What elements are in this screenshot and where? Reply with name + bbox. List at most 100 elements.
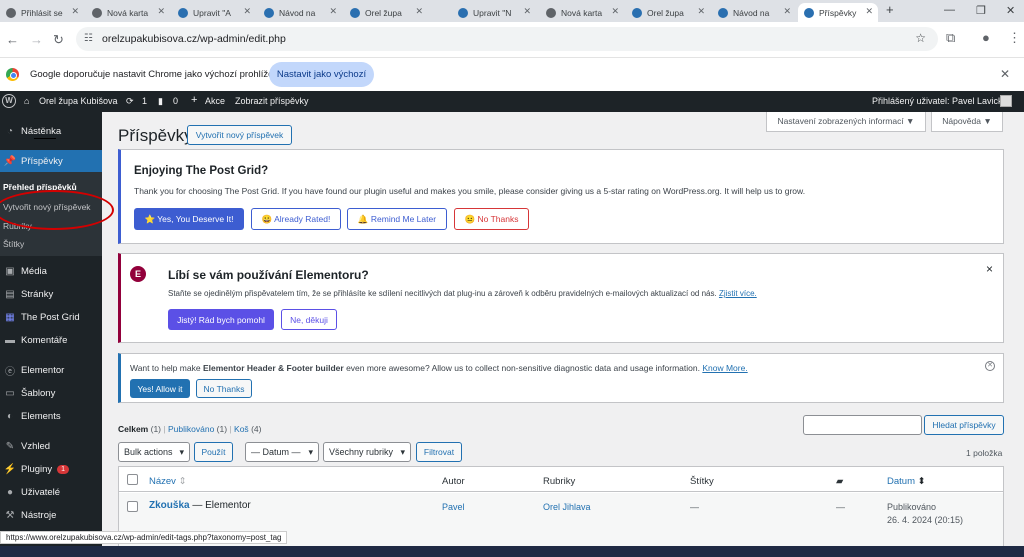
extensions-icon[interactable]: ⧉ — [946, 30, 955, 46]
browser-tab[interactable]: Návod na ✕ — [258, 3, 342, 22]
tab-favicon-icon — [546, 7, 556, 18]
browser-tab[interactable]: Návod na ✕ — [712, 3, 796, 22]
filter-all[interactable]: Celkem — [118, 424, 148, 434]
row-checkbox[interactable] — [127, 501, 138, 512]
wordpress-logo-icon[interactable]: W — [2, 94, 16, 108]
sidebar-item-elementor[interactable]: ⓔ Elementor — [0, 359, 102, 381]
browser-tab[interactable]: Upravit "A ✕ — [172, 3, 256, 22]
updates-count[interactable]: 1 — [142, 96, 147, 106]
browser-tab[interactable]: Nová karta ✕ — [86, 3, 170, 22]
comments-icon[interactable]: ▮ — [158, 96, 163, 107]
no-thanks-button[interactable]: 😐 No Thanks — [454, 208, 529, 230]
filter-published[interactable]: Publikováno — [168, 424, 214, 434]
column-label: Název — [149, 476, 176, 487]
post-title-link[interactable]: Zkouška — [149, 500, 190, 511]
sidebar-item-templates[interactable]: ▭ Šablony — [0, 382, 102, 404]
plus-icon[interactable]: + — [191, 94, 197, 106]
elementor-icon: ⓔ — [5, 366, 15, 378]
avatar[interactable] — [1000, 95, 1012, 107]
remind-later-button[interactable]: 🔔 Remind Me Later — [347, 208, 447, 230]
column-title[interactable]: Název ⇕ — [149, 476, 187, 487]
site-info-icon[interactable]: ☷ — [84, 33, 93, 44]
close-tab-icon[interactable]: ✕ — [697, 6, 705, 17]
browser-tab-active[interactable]: Příspěvky ✕ — [798, 3, 878, 22]
close-tab-icon[interactable]: ✕ — [157, 6, 165, 17]
already-rated-button[interactable]: 😀 Already Rated! — [251, 208, 341, 230]
set-default-button[interactable]: Nastavit jako výchozí — [269, 62, 374, 87]
new-content-link[interactable]: Akce — [205, 96, 225, 106]
help-button[interactable]: Nápověda ▼ — [931, 112, 1003, 132]
header-footer-notice: Want to help make Elementor Header & Foo… — [118, 353, 1004, 403]
category-filter-select[interactable]: Všechny rubriky — [323, 442, 411, 462]
add-new-post-button[interactable]: Vytvořit nový příspěvek — [187, 125, 292, 145]
submenu-tags[interactable]: Štítky — [3, 239, 24, 249]
allow-tracking-button[interactable]: Yes! Allow it — [130, 379, 190, 398]
browser-tab[interactable]: Nová karta ✕ — [540, 3, 624, 22]
sidebar-item-plugins[interactable]: ⚡ Pluginy 1 — [0, 458, 102, 480]
omnibox[interactable]: ☷ orelzupakubisova.cz/wp-admin/edit.php … — [76, 27, 938, 51]
new-tab-button[interactable]: + — [886, 2, 894, 17]
close-tab-icon[interactable]: ✕ — [865, 6, 873, 17]
rate-yes-button[interactable]: ⭐ Yes, You Deserve It! — [134, 208, 244, 230]
search-posts-button[interactable]: Hledat příspěvky — [924, 415, 1004, 435]
browser-tab[interactable]: Orel župa ✕ — [344, 3, 428, 22]
select-all-checkbox[interactable] — [127, 474, 138, 485]
learn-more-link[interactable]: Zjistit více. — [719, 289, 757, 298]
back-icon[interactable]: ← — [6, 32, 19, 47]
close-icon[interactable]: × — [986, 262, 993, 276]
filter-button[interactable]: Filtrovat — [416, 442, 462, 462]
know-more-link[interactable]: Know More. — [702, 363, 747, 373]
screen-options-button[interactable]: Nastavení zobrazených informací ▼ — [766, 112, 926, 132]
no-thanks-button[interactable]: No Thanks — [196, 379, 252, 398]
sidebar-item-elements[interactable]: ◐ Elements — [0, 405, 102, 427]
bulk-actions-select[interactable]: Bulk actions — [118, 442, 190, 462]
sidebar-item-posts[interactable]: 📌 Příspěvky — [0, 150, 102, 172]
plugin-name: Elementor Header & Footer builder — [202, 363, 344, 373]
wp-admin-bar: W ⌂ Orel župa Kubišova ⟳ 1 ▮ 0 + Akce Zo… — [0, 91, 1024, 112]
apply-button[interactable]: Použít — [194, 442, 233, 462]
profile-icon[interactable]: ● — [982, 30, 990, 45]
author-link[interactable]: Pavel — [442, 502, 465, 512]
forward-icon[interactable]: → — [30, 32, 43, 47]
close-tab-icon[interactable]: ✕ — [523, 6, 531, 17]
close-window-icon[interactable]: ✕ — [1006, 4, 1015, 17]
sidebar-item-tools[interactable]: ⚒ Nástroje — [0, 504, 102, 526]
date-filter-select[interactable]: — Datum — — [245, 442, 319, 462]
site-name-link[interactable]: Orel župa Kubišova — [39, 96, 118, 106]
close-tab-icon[interactable]: ✕ — [71, 6, 79, 17]
sidebar-item-media[interactable]: ▣ Média — [0, 260, 102, 282]
sidebar-item-post-grid[interactable]: ▦ The Post Grid — [0, 306, 102, 328]
browser-tab[interactable]: Upravit "N ✕ — [452, 3, 536, 22]
comment-bubble-icon[interactable]: ▰ — [836, 476, 843, 487]
bookmark-star-icon[interactable]: ☆ — [915, 31, 926, 45]
close-tab-icon[interactable]: ✕ — [611, 6, 619, 17]
column-date[interactable]: Datum ⬍ — [887, 476, 926, 487]
close-tab-icon[interactable]: ✕ — [243, 6, 251, 17]
category-link[interactable]: Orel Jihlava — [543, 502, 591, 512]
close-tab-icon[interactable]: ✕ — [415, 6, 423, 17]
filter-trash[interactable]: Koš — [234, 424, 249, 434]
agree-help-button[interactable]: Jistý! Rád bych pomohl — [168, 309, 274, 330]
sidebar-item-comments[interactable]: ▬ Komentáře — [0, 329, 102, 351]
reload-icon[interactable]: ↻ — [53, 32, 64, 48]
browser-tab[interactable]: Přihlásit se ✕ — [0, 3, 84, 22]
wordpress-favicon-icon — [264, 7, 274, 18]
menu-icon[interactable]: ⋮ — [1008, 30, 1021, 46]
sidebar-item-appearance[interactable]: ✎ Vzhled — [0, 435, 102, 457]
user-greeting[interactable]: Přihlášený uživatel: Pavel Lavický — [872, 96, 1007, 106]
sidebar-item-users[interactable]: ● Uživatelé — [0, 481, 102, 503]
page-title: Příspěvky — [118, 126, 193, 145]
close-icon[interactable]: ✕ — [1000, 67, 1010, 81]
search-input[interactable] — [803, 415, 922, 435]
minimize-icon[interactable]: — — [944, 4, 955, 16]
close-tab-icon[interactable]: ✕ — [783, 6, 791, 17]
updates-icon[interactable]: ⟳ — [126, 96, 134, 107]
sidebar-item-pages[interactable]: ▤ Stránky — [0, 283, 102, 305]
maximize-icon[interactable]: ❐ — [976, 4, 986, 17]
decline-button[interactable]: Ne, děkuji — [281, 309, 337, 330]
comments-count[interactable]: 0 — [173, 96, 178, 106]
view-posts-link[interactable]: Zobrazit příspěvky — [235, 96, 309, 106]
close-tab-icon[interactable]: ✕ — [329, 6, 337, 17]
close-icon[interactable]: ✕ — [985, 361, 995, 371]
browser-tab[interactable]: Orel župa ✕ — [626, 3, 710, 22]
